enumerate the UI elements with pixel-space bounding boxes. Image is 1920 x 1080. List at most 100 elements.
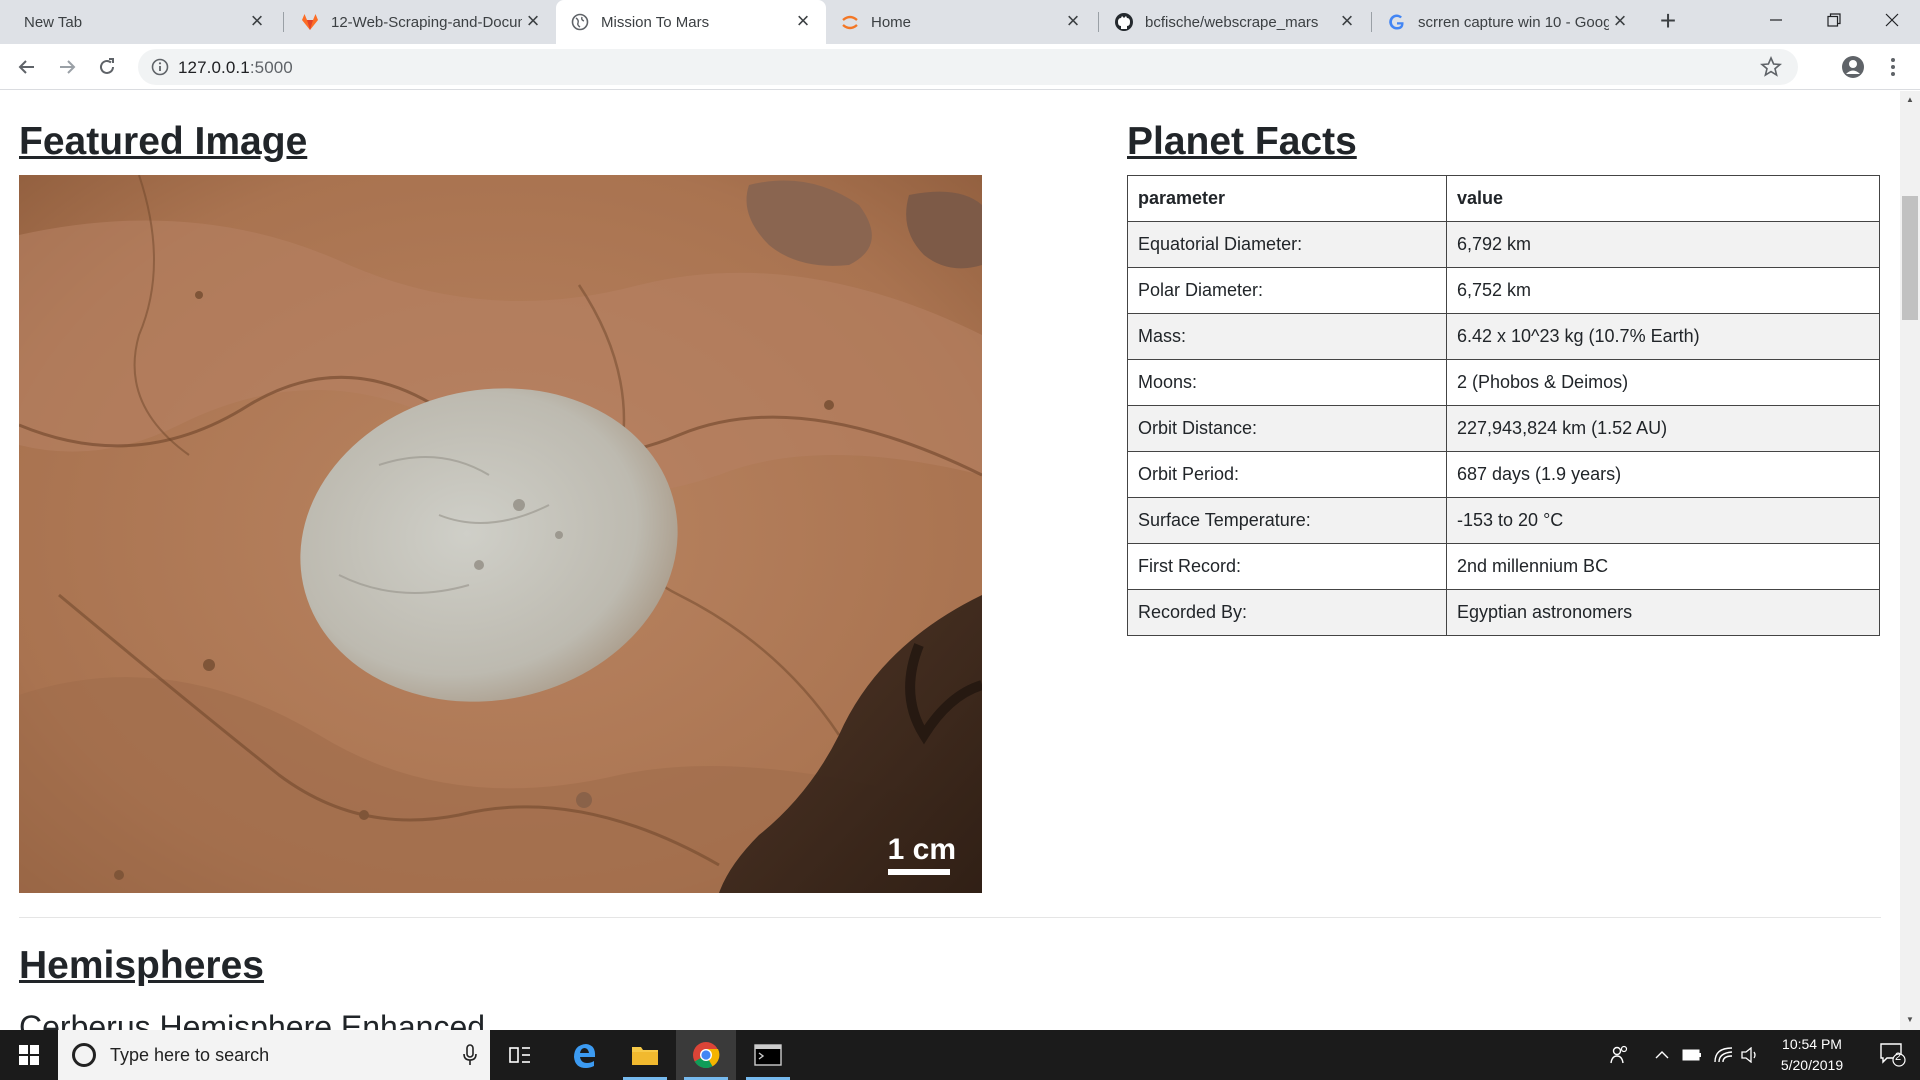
section-divider	[19, 917, 1881, 918]
bookmark-star-icon[interactable]	[1760, 56, 1782, 78]
close-icon	[1885, 13, 1899, 27]
tab-separator	[1371, 12, 1372, 32]
scroll-up-icon[interactable]: ▲	[1906, 95, 1914, 104]
taskbar-terminal[interactable]	[738, 1030, 798, 1080]
tab-gitlab[interactable]: 12-Web-Scraping-and-Document ×	[286, 0, 556, 44]
profile-button[interactable]	[1836, 50, 1870, 84]
battery-icon	[1682, 1049, 1701, 1061]
fact-value: 6,792 km	[1446, 221, 1880, 268]
fact-value: 6.42 x 10^23 kg (10.7% Earth)	[1446, 313, 1880, 360]
scrollbar-thumb[interactable]	[1902, 196, 1918, 320]
table-row: Recorded By: Egyptian astronomers	[1127, 589, 1880, 636]
hemisphere-title: Cerberus Hemisphere Enhanced	[19, 1009, 486, 1030]
taskbar-search[interactable]: Type here to search	[58, 1030, 490, 1080]
table-row: Orbit Period: 687 days (1.9 years)	[1127, 451, 1880, 498]
show-hidden-icons-button[interactable]	[1650, 1030, 1674, 1080]
back-button[interactable]	[10, 50, 44, 84]
tab-title: Mission To Mars	[601, 13, 710, 31]
people-button[interactable]	[1604, 1030, 1634, 1080]
account-icon	[1842, 56, 1864, 78]
fact-value: 2nd millennium BC	[1446, 543, 1880, 590]
fact-parameter: Mass:	[1127, 313, 1447, 360]
tab-title: scrren capture win 10 - Google Search	[1418, 13, 1609, 31]
forward-button[interactable]	[50, 50, 84, 84]
fact-parameter: Moons:	[1127, 359, 1447, 406]
tab-strip: New Tab × 12-Web-Scraping-and-Document ×…	[0, 0, 1920, 44]
column-header-parameter: parameter	[1127, 175, 1447, 222]
system-clock[interactable]: 10:54 PM 5/20/2019	[1760, 1034, 1864, 1076]
tab-title: bcfische/webscrape_mars	[1145, 13, 1319, 31]
windows-taskbar: Type here to search 10:54 PM 5/20/2019 2	[0, 1030, 1920, 1080]
tab-title: New Tab	[24, 13, 83, 31]
mars-rock-photo	[19, 175, 982, 893]
scale-bar: 1 cm	[887, 833, 956, 875]
volume-control[interactable]	[1738, 1030, 1762, 1080]
action-center-button[interactable]: 2	[1866, 1030, 1920, 1080]
info-icon[interactable]	[150, 57, 170, 77]
edge-icon	[574, 1044, 596, 1068]
taskbar-file-explorer[interactable]	[615, 1030, 675, 1080]
task-view-icon	[509, 1047, 530, 1063]
browser-toolbar: 127.0.0.1:5000	[0, 44, 1920, 90]
tab-title: Home	[871, 13, 912, 31]
clock-date: 5/20/2019	[1780, 1057, 1844, 1073]
tab-separator	[283, 12, 284, 32]
table-row: Orbit Distance: 227,943,824 km (1.52 AU)	[1127, 405, 1880, 452]
task-view-button[interactable]	[490, 1030, 550, 1080]
reload-button[interactable]	[90, 50, 124, 84]
notification-icon	[1880, 1043, 1906, 1067]
url-port: :5000	[249, 58, 293, 77]
table-row: First Record: 2nd millennium BC	[1127, 543, 1880, 590]
fact-value: 227,943,824 km (1.52 AU)	[1446, 405, 1880, 452]
menu-button[interactable]	[1876, 50, 1910, 84]
url-host: 127.0.0.1	[178, 58, 250, 77]
address-bar[interactable]: 127.0.0.1:5000	[138, 49, 1798, 85]
taskbar-edge[interactable]	[555, 1030, 615, 1080]
fact-parameter: Orbit Distance:	[1127, 405, 1447, 452]
minimize-button[interactable]	[1748, 0, 1804, 40]
fact-value: 6,752 km	[1446, 267, 1880, 314]
tab-mission-to-mars[interactable]: Mission To Mars ×	[556, 0, 826, 44]
scroll-down-icon[interactable]: ▼	[1906, 1015, 1914, 1024]
fact-parameter: Surface Temperature:	[1127, 497, 1447, 544]
fact-parameter: First Record:	[1127, 543, 1447, 590]
tab-title: 12-Web-Scraping-and-Document	[331, 13, 522, 31]
arrow-left-icon	[18, 60, 34, 74]
start-button[interactable]	[0, 1030, 58, 1080]
column-header-value: value	[1446, 175, 1880, 222]
more-vert-icon	[1891, 58, 1895, 76]
people-icon	[1610, 1045, 1628, 1064]
close-tab-icon[interactable]: ×	[792, 10, 814, 33]
fact-value: 687 days (1.9 years)	[1446, 451, 1880, 498]
featured-image[interactable]: 1 cm	[19, 175, 982, 893]
restore-button[interactable]	[1806, 0, 1862, 40]
close-tab-icon[interactable]: ×	[1609, 10, 1631, 33]
windows-logo-icon	[19, 1045, 39, 1065]
taskbar-chrome[interactable]	[676, 1030, 736, 1080]
arrow-right-icon	[60, 60, 76, 74]
planet-facts-heading: Planet Facts	[1127, 120, 1357, 163]
github-icon	[1114, 12, 1134, 32]
microphone-icon[interactable]	[462, 1044, 478, 1066]
fact-parameter: Equatorial Diameter:	[1127, 221, 1447, 268]
page-scrollbar[interactable]: ▲ ▼	[1900, 91, 1920, 1030]
close-tab-icon[interactable]: ×	[1336, 10, 1358, 33]
close-tab-icon[interactable]: ×	[522, 10, 544, 33]
globe-icon	[570, 12, 590, 32]
table-row: Surface Temperature: -153 to 20 °C	[1127, 497, 1880, 544]
fact-value: -153 to 20 °C	[1446, 497, 1880, 544]
tab-home[interactable]: Home ×	[826, 0, 1096, 44]
close-tab-icon[interactable]: ×	[1062, 10, 1084, 33]
fact-value: 2 (Phobos & Deimos)	[1446, 359, 1880, 406]
new-tab-button[interactable]: +	[1652, 6, 1684, 38]
battery-status[interactable]	[1680, 1030, 1704, 1080]
tab-google-search[interactable]: scrren capture win 10 - Google Search ×	[1373, 0, 1643, 44]
network-status[interactable]	[1712, 1030, 1736, 1080]
tab-new-tab[interactable]: New Tab ×	[10, 0, 280, 44]
close-tab-icon[interactable]: ×	[246, 10, 268, 33]
scale-label: 1 cm	[887, 833, 956, 866]
planet-facts-table: parameter value Equatorial Diameter: 6,7…	[1127, 175, 1880, 636]
close-window-button[interactable]	[1864, 0, 1920, 40]
google-icon	[1387, 12, 1407, 32]
tab-github[interactable]: bcfische/webscrape_mars ×	[1100, 0, 1370, 44]
